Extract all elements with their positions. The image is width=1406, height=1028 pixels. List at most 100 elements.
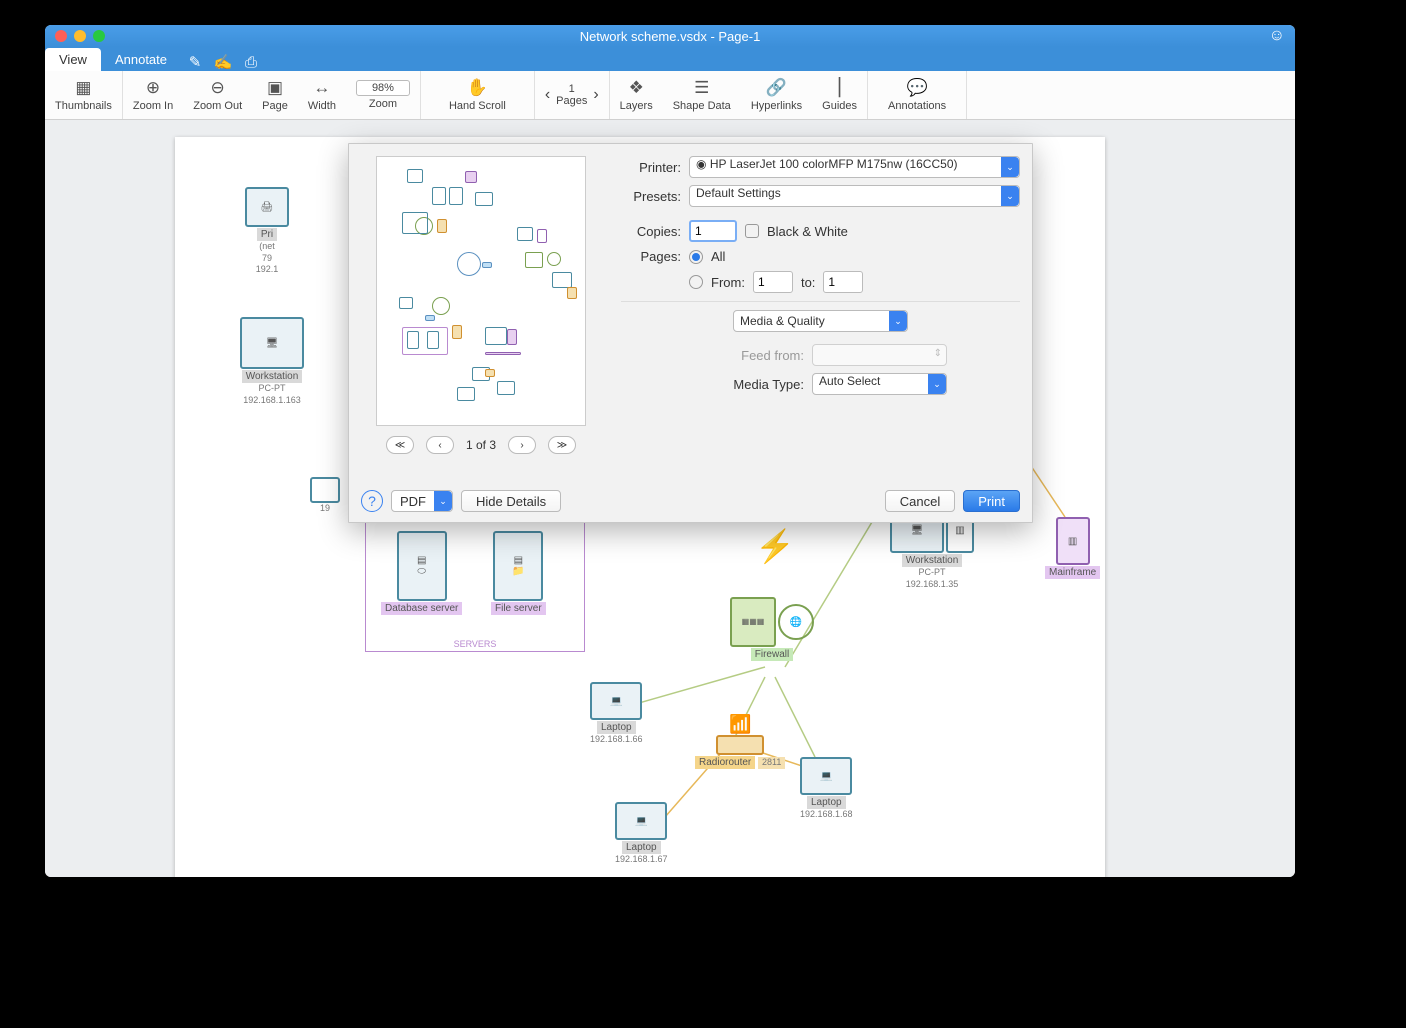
pages-label: Pages: <box>621 249 681 264</box>
fit-page-icon: ▣ <box>267 78 283 98</box>
presets-select[interactable]: Default Settings⌄ <box>689 185 1020 207</box>
prev-page-button[interactable]: ‹ <box>545 86 550 104</box>
page-indicator: 1 of 3 <box>466 438 496 452</box>
hyperlinks-icon: 🔗 <box>766 78 787 98</box>
next-preview-button[interactable]: › <box>508 436 536 454</box>
laptop-icon: 💻 <box>615 802 667 840</box>
zoom-button[interactable] <box>93 30 105 42</box>
thumbnails-icon: ▦ <box>75 78 91 98</box>
firewall-shape[interactable]: ▦▦▦ 🌐 Firewall <box>730 597 814 661</box>
stepper-icon: ⇕ <box>934 348 942 359</box>
pen-icon[interactable]: ✎ <box>181 53 209 71</box>
zoom-in-button[interactable]: ⊕Zoom In <box>123 71 183 119</box>
layers-icon: ❖ <box>629 78 644 98</box>
from-label: From: <box>711 275 745 290</box>
close-button[interactable] <box>55 30 67 42</box>
printer-shape[interactable]: 🖨 Pri (net 79 192.1 <box>245 187 289 276</box>
app-window: Network scheme.vsdx - Page-1 ☺ View Anno… <box>45 25 1295 877</box>
pages-range-radio[interactable] <box>689 275 703 289</box>
preview-pager: ≪ ‹ 1 of 3 › ≫ <box>361 436 601 454</box>
copies-input[interactable] <box>689 220 737 242</box>
feedback-icon[interactable]: ☺ <box>1269 27 1285 45</box>
printer-select[interactable]: ◉ HP LaserJet 100 colorMFP M175nw (16CC5… <box>689 156 1020 178</box>
file-server-shape[interactable]: ▤📁 File server <box>491 531 546 615</box>
workstation-1-shape[interactable]: 🖥 Workstation PC-PT 192.168.1.163 <box>240 317 304 406</box>
zoom-combo[interactable]: 98%Zoom <box>346 71 420 119</box>
dialog-footer: ? PDF⌄ Hide Details Cancel Print <box>361 490 1020 512</box>
laptop-2-shape[interactable]: 💻 Laptop 192.168.1.67 <box>615 802 668 866</box>
print-icon[interactable]: ⎙ <box>237 54 265 71</box>
servers-group[interactable]: ▤⬭ Database server ▤📁 File server SERVER… <box>365 522 585 652</box>
cancel-button[interactable]: Cancel <box>885 490 955 512</box>
zoom-out-icon: ⊖ <box>211 78 225 98</box>
laptop-3-shape[interactable]: 💻 Laptop 192.168.1.68 <box>800 757 853 821</box>
shape-data-button[interactable]: ☰Shape Data <box>663 71 741 119</box>
small-workstation-shape[interactable]: 19 <box>310 477 340 515</box>
bw-label: Black & White <box>767 224 848 239</box>
section-select[interactable]: Media & Quality⌄ <box>733 310 908 332</box>
router-icon <box>716 735 764 755</box>
hyperlinks-button[interactable]: 🔗Hyperlinks <box>741 71 812 119</box>
db-server-shape[interactable]: ▤⬭ Database server <box>381 531 462 615</box>
server-icon: ▤📁 <box>493 531 543 601</box>
laptop-1-shape[interactable]: 💻 Laptop 192.168.1.66 <box>590 682 643 746</box>
window-title: Network scheme.vsdx - Page-1 <box>45 29 1295 44</box>
signature-icon[interactable]: ✍ <box>209 53 237 71</box>
pages-nav: ‹ 1Pages › <box>535 71 609 119</box>
help-button[interactable]: ? <box>361 490 383 512</box>
tab-view[interactable]: View <box>45 48 101 71</box>
prev-preview-button[interactable]: ‹ <box>426 436 454 454</box>
media-type-select[interactable]: Auto Select⌄ <box>812 373 947 395</box>
zoom-out-button[interactable]: ⊖Zoom Out <box>183 71 252 119</box>
hand-scroll-button[interactable]: ✋Hand Scroll <box>421 71 534 119</box>
chevron-down-icon: ⌄ <box>1001 157 1019 177</box>
print-preview-column: ≪ ‹ 1 of 3 › ≫ <box>361 156 601 454</box>
tab-annotate[interactable]: Annotate <box>101 48 181 71</box>
titlebar: Network scheme.vsdx - Page-1 ☺ <box>45 25 1295 47</box>
chevron-down-icon: ⌄ <box>1001 186 1019 206</box>
server-icon: ▤⬭ <box>397 531 447 601</box>
zoom-in-icon: ⊕ <box>146 78 160 98</box>
minimize-button[interactable] <box>74 30 86 42</box>
print-button[interactable]: Print <box>963 490 1020 512</box>
print-dialog: ≪ ‹ 1 of 3 › ≫ Printer: ◉ HP LaserJet 10… <box>348 143 1033 523</box>
media-type-label: Media Type: <box>694 377 804 392</box>
toolbar: ▦Thumbnails ⊕Zoom In ⊖Zoom Out ▣Page ↔Wi… <box>45 71 1295 120</box>
to-input[interactable] <box>823 271 863 293</box>
first-page-button[interactable]: ≪ <box>386 436 414 454</box>
pages-all-radio[interactable] <box>689 250 703 264</box>
radiorouter-shape[interactable]: 📶 Radiorouter 2811 <box>695 714 785 769</box>
chevron-down-icon: ⌄ <box>434 491 452 511</box>
all-label: All <box>711 249 725 264</box>
hand-icon: ✋ <box>467 78 488 98</box>
fit-page-button[interactable]: ▣Page <box>252 71 298 119</box>
bw-checkbox[interactable] <box>745 224 759 238</box>
chevron-down-icon: ⌄ <box>889 311 907 331</box>
to-label: to: <box>801 275 815 290</box>
mainframe-shape[interactable]: ▥ Mainframe <box>1045 517 1100 579</box>
print-preview <box>376 156 586 426</box>
lightning-icon: ⚡ <box>755 527 795 565</box>
print-options: Printer: ◉ HP LaserJet 100 colorMFP M175… <box>621 156 1020 454</box>
layers-button[interactable]: ❖Layers <box>610 71 663 119</box>
annotations-button[interactable]: 💬Annotations <box>868 71 966 119</box>
printer-icon: 🖨 <box>245 187 289 227</box>
laptop-icon: 💻 <box>800 757 852 795</box>
pdf-button[interactable]: PDF⌄ <box>391 490 453 512</box>
guides-button[interactable]: ⎮Guides <box>812 71 867 119</box>
tab-strip: View Annotate ✎ ✍ ⎙ <box>45 47 1295 71</box>
presets-label: Presets: <box>621 189 681 204</box>
hide-details-button[interactable]: Hide Details <box>461 490 561 512</box>
globe-icon: 🌐 <box>778 604 814 640</box>
mainframe-icon: ▥ <box>1056 517 1090 565</box>
annotations-icon: 💬 <box>907 78 928 98</box>
last-page-button[interactable]: ≫ <box>548 436 576 454</box>
copies-label: Copies: <box>621 224 681 239</box>
from-input[interactable] <box>753 271 793 293</box>
next-page-button[interactable]: › <box>593 86 598 104</box>
wifi-icon: 📶 <box>695 714 785 735</box>
monitor-icon <box>310 477 340 503</box>
chevron-down-icon: ⌄ <box>928 374 946 394</box>
thumbnails-button[interactable]: ▦Thumbnails <box>45 71 122 119</box>
fit-width-button[interactable]: ↔Width <box>298 71 346 119</box>
